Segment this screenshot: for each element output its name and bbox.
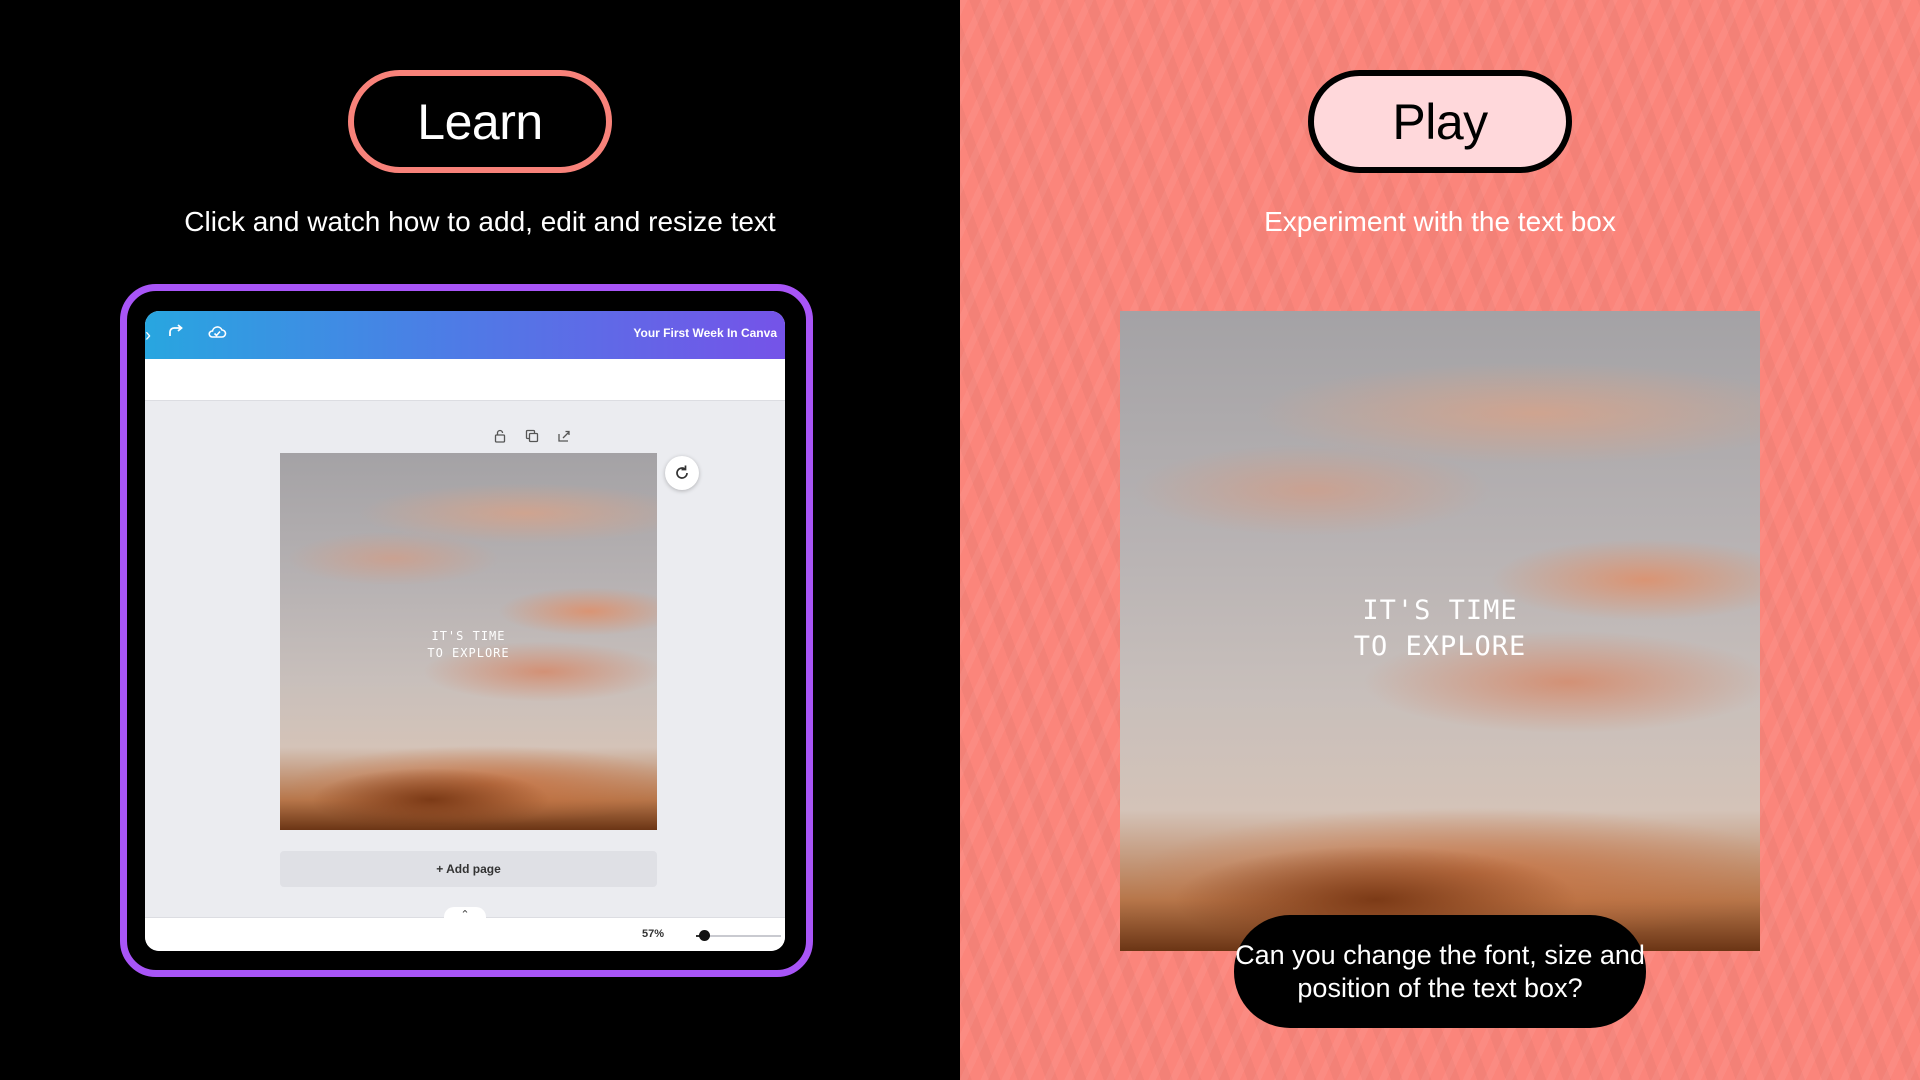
menu-edge-icon[interactable]: › <box>145 323 151 347</box>
duplicate-icon[interactable] <box>525 429 539 446</box>
learn-subtitle: Click and watch how to add, edit and res… <box>184 206 776 237</box>
play-button[interactable]: Play <box>1308 70 1572 173</box>
redo-icon[interactable] <box>167 323 185 347</box>
zoom-level: 57% <box>642 928 665 940</box>
editor-context-toolbar <box>145 359 785 401</box>
document-title[interactable]: Your First Week In Canva <box>633 326 777 340</box>
instruction-callout: Can you change the font, size and positi… <box>1234 915 1646 1028</box>
play-subtitle: Experiment with the text box <box>1264 206 1616 237</box>
design-canvas-preview[interactable]: IT'S TIME TO EXPLORE <box>280 453 657 830</box>
cloud-save-icon[interactable] <box>207 323 227 347</box>
zoom-slider-handle[interactable] <box>698 930 710 941</box>
canva-editor-video[interactable]: › Your First Week In Canva IT'S TIME TO … <box>145 311 785 951</box>
share-icon[interactable] <box>557 429 571 446</box>
play-text-box[interactable]: IT'S TIME TO EXPLORE <box>1120 593 1760 665</box>
editor-topbar: › Your First Week In Canva <box>145 311 785 359</box>
play-design-canvas[interactable]: IT'S TIME TO EXPLORE <box>1120 311 1760 951</box>
lock-icon[interactable] <box>493 429 507 446</box>
learn-video-frame[interactable]: › Your First Week In Canva IT'S TIME TO … <box>120 284 813 977</box>
add-page-button[interactable]: + Add page <box>280 851 657 887</box>
chevron-up-icon[interactable]: ⌃ <box>444 907 486 921</box>
design-text-box[interactable]: IT'S TIME TO EXPLORE <box>280 628 657 662</box>
instruction-text: Can you change the font, size and positi… <box>1235 939 1645 1003</box>
learn-button[interactable]: Learn <box>348 70 612 173</box>
rotate-icon[interactable] <box>665 456 699 490</box>
editor-bottom-bar: 57% <box>145 917 785 951</box>
